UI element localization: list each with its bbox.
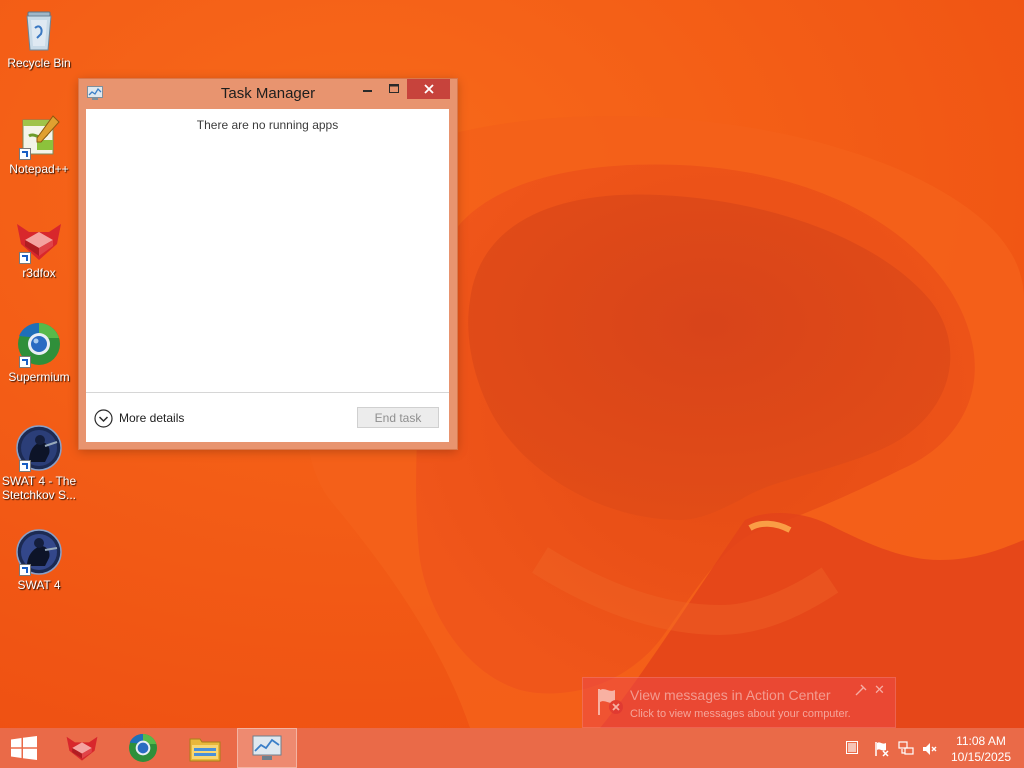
task-manager-content: There are no running apps More details E… [86, 109, 449, 442]
desktop-icon-label: SWAT 4 [17, 578, 61, 592]
end-task-button[interactable]: End task [357, 407, 439, 428]
taskbar-task-manager[interactable] [237, 728, 297, 768]
taskbar-file-explorer[interactable] [175, 728, 235, 768]
desktop-icon-label: Notepad++ [9, 162, 69, 176]
desktop-icon-swat4-expansion[interactable]: SWAT 4 - The Stetchkov S... [0, 424, 78, 502]
clock-time[interactable]: 11:08 AM [948, 734, 1014, 748]
minimize-icon [363, 90, 372, 92]
footer-divider [86, 392, 449, 393]
minimize-button[interactable] [355, 79, 381, 99]
folder-icon [189, 738, 221, 762]
desktop: Recycle Bin Notepad++ r3dfox Supermium S… [0, 0, 1024, 728]
maximize-button[interactable] [381, 79, 407, 99]
r3dfox-icon [66, 736, 98, 761]
start-button[interactable] [0, 728, 48, 768]
taskbar: 11:08 AM 10/15/2025 [0, 728, 1024, 768]
desktop-icon-recycle-bin[interactable]: Recycle Bin [0, 6, 78, 70]
desktop-icon-swat4[interactable]: SWAT 4 [0, 528, 78, 592]
pin-icon[interactable] [855, 683, 867, 701]
clock-date[interactable]: 10/15/2025 [948, 750, 1014, 764]
window-titlebar[interactable]: Task Manager [79, 79, 457, 108]
shortcut-arrow-icon [19, 356, 31, 368]
maximize-icon [389, 84, 399, 93]
more-details-toggle[interactable]: More details [94, 408, 184, 428]
action-center-flag-icon [593, 685, 625, 722]
close-icon [423, 84, 434, 94]
close-button[interactable] [407, 79, 450, 99]
action-center-tray-icon[interactable] [874, 741, 890, 762]
shortcut-arrow-icon [19, 564, 31, 576]
more-details-label: More details [119, 411, 185, 425]
notification-body: Click to view messages about your comput… [630, 708, 851, 720]
desktop-icon-label: Supermium [8, 370, 70, 384]
desktop-icon-label: SWAT 4 - The Stetchkov S... [1, 474, 77, 502]
network-icon[interactable] [898, 741, 914, 762]
recycle-bin-icon [26, 11, 52, 51]
desktop-icon-notepad-plus-plus[interactable]: Notepad++ [0, 112, 78, 176]
notification-title: View messages in Action Center [630, 687, 831, 703]
empty-state-message: There are no running apps [196, 118, 339, 132]
shortcut-arrow-icon [19, 148, 31, 160]
supermium-icon [129, 733, 157, 762]
shortcut-arrow-icon [19, 252, 31, 264]
notification-close-icon[interactable]: ✕ [874, 682, 885, 698]
task-manager-window[interactable]: Task Manager There are no running apps M… [79, 79, 457, 449]
windows-logo-icon [11, 736, 37, 760]
desktop-icon-supermium[interactable]: Supermium [0, 320, 78, 384]
desktop-icon-label: Recycle Bin [7, 56, 71, 70]
volume-muted-icon[interactable] [922, 741, 938, 762]
shortcut-arrow-icon [19, 460, 31, 472]
taskbar-r3dfox[interactable] [52, 728, 112, 768]
chevron-down-circle-icon [94, 408, 113, 428]
task-manager-icon [252, 735, 282, 760]
taskbar-supermium[interactable] [113, 728, 173, 768]
desktop-icon-label: r3dfox [22, 266, 56, 280]
show-desktop-icon[interactable] [846, 741, 858, 759]
action-center-notification[interactable]: View messages in Action Center Click to … [582, 677, 896, 728]
desktop-icon-r3dfox[interactable]: r3dfox [0, 216, 78, 280]
